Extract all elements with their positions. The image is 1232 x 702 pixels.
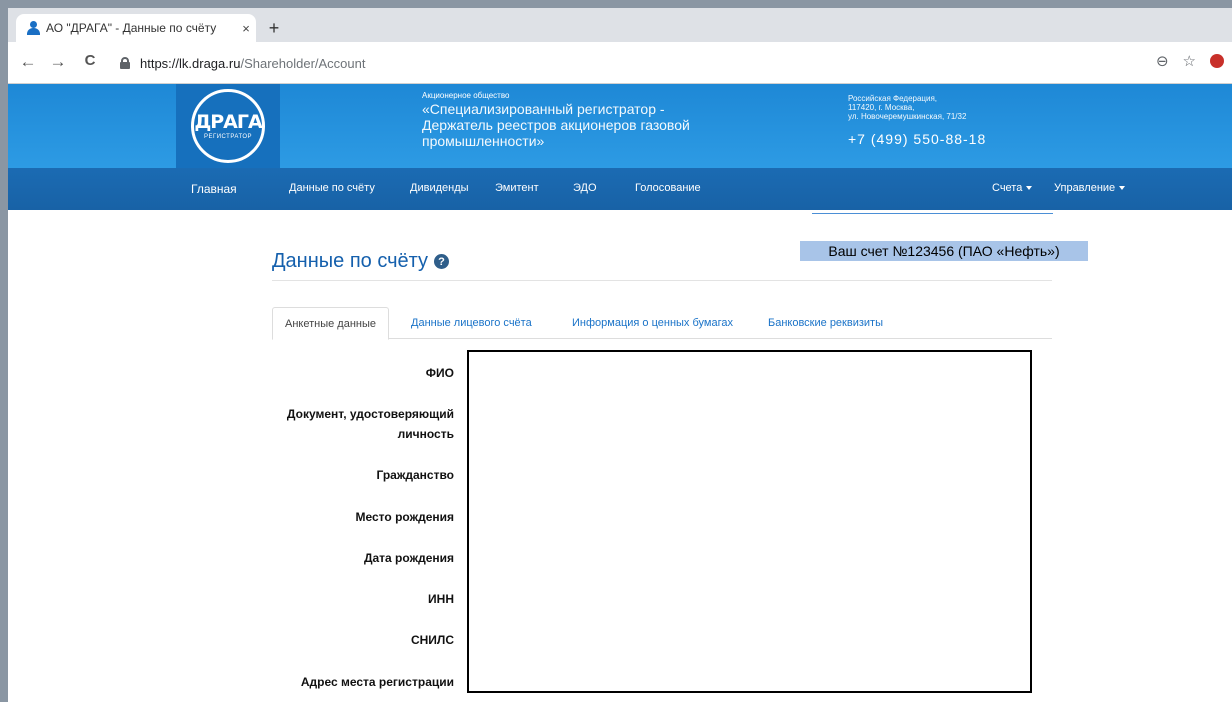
tab-securities-info[interactable]: Информация о ценных бумагах [572, 307, 733, 339]
close-tab-icon[interactable]: × [236, 21, 256, 36]
nav-management-label: Управление [1054, 182, 1116, 194]
address-line: 117420, г. Москва, [848, 103, 915, 112]
nav-home[interactable]: Главная [191, 182, 237, 196]
user-icon [26, 21, 40, 35]
reload-icon[interactable]: C [80, 52, 100, 69]
logo-text: ДРАГА [194, 111, 262, 133]
phone-number: +7 (499) 550-88-18 [848, 131, 987, 147]
back-icon[interactable]: ← [18, 52, 38, 72]
label-inn: ИНН [428, 592, 454, 606]
label-birthdate: Дата рождения [363, 551, 454, 565]
extension-icon[interactable] [1210, 54, 1224, 68]
org-type: Акционерное общество [422, 91, 510, 100]
help-icon[interactable]: ? [434, 254, 450, 269]
address-line: Российская Федерация, [848, 94, 938, 103]
tab-bank-details[interactable]: Банковские реквизиты [768, 307, 883, 339]
browser-window: АО "ДРАГА" - Данные по счёту × + ← → C h… [0, 0, 1232, 702]
page-title-text: Данные по счёту [272, 250, 429, 272]
address-line: ул. Новочеремушкинская, 71/32 [848, 112, 967, 121]
nav-account-data[interactable]: Данные по счёту [289, 182, 375, 194]
toolbar-actions: ⊖ ☆ [1156, 52, 1224, 70]
org-name: «Специализированный регистратор - Держат… [422, 101, 690, 149]
forward-icon[interactable]: → [48, 52, 68, 72]
site-header: ДРАГА РЕГИСТРАТОР Акционерное общество «… [8, 84, 1232, 168]
caret-down-icon [1026, 186, 1033, 191]
label-birthplace: Место рождения [355, 510, 455, 524]
tab-profile-data[interactable]: Анкетные данные [272, 307, 390, 340]
logo-subtext: РЕГИСТРАТОР [203, 134, 253, 140]
tab-title: АО "ДРАГА" - Данные по счёту [46, 21, 217, 35]
main-nav: Главная Данные по счёту Дивиденды Эмитен… [8, 168, 1232, 210]
page-title: Данные по счёту ? [272, 250, 450, 273]
nav-issuer[interactable]: Эмитент [495, 182, 539, 194]
lock-icon [120, 57, 130, 69]
label-id-document-line2: личность [397, 427, 454, 441]
nav-accounts-label: Счета [992, 182, 1023, 194]
browser-tab[interactable]: АО "ДРАГА" - Данные по счёту × [16, 14, 256, 42]
url-path: /Shareholder/Account [240, 55, 366, 71]
tab-account-data[interactable]: Данные лицевого счёта [411, 307, 532, 339]
label-fio: ФИО [425, 366, 454, 380]
url-host: https://lk.draga.ru [140, 55, 241, 71]
nav-dividends[interactable]: Дивиденды [410, 182, 469, 194]
window-border [0, 0, 8, 702]
label-citizenship: Гражданство [376, 468, 455, 482]
divider-line [812, 213, 1053, 214]
site-logo[interactable]: ДРАГА РЕГИСТРАТОР [176, 84, 280, 168]
label-id-document: Документ, удостоверяющий [286, 407, 454, 421]
logo-emblem: ДРАГА РЕГИСТРАТОР [191, 89, 265, 163]
nav-edo[interactable]: ЭДО [573, 182, 597, 194]
nav-voting[interactable]: Голосование [635, 182, 701, 194]
title-divider [272, 280, 1052, 281]
browser-toolbar: ← → C https://lk.draga.ru/Shareholder/Ac… [8, 42, 1232, 84]
account-badge: Ваш счет №123456 (ПАО «Нефть») [800, 241, 1088, 261]
label-snils: СНИЛС [410, 633, 454, 647]
contact-info: Российская Федерация, 117420, г. Москва,… [848, 94, 986, 147]
nav-management-dropdown[interactable]: Управление [1054, 182, 1126, 194]
label-registration-address: Адрес места регистрации [300, 675, 454, 689]
nav-accounts-dropdown[interactable]: Счета [992, 182, 1033, 194]
content-tabs: Анкетные данные Данные лицевого счёта Ин… [272, 307, 1052, 340]
organization-info: Акционерное общество «Специализированный… [422, 90, 732, 149]
new-tab-button[interactable]: + [264, 18, 284, 39]
address-bar[interactable]: https://lk.draga.ru/Shareholder/Account [120, 50, 1220, 76]
zoom-icon[interactable]: ⊖ [1156, 52, 1169, 70]
bookmark-star-icon[interactable]: ☆ [1183, 52, 1196, 70]
caret-down-icon [1119, 186, 1126, 191]
redacted-values-box [467, 350, 1032, 693]
tab-strip: АО "ДРАГА" - Данные по счёту × + [8, 0, 1232, 42]
